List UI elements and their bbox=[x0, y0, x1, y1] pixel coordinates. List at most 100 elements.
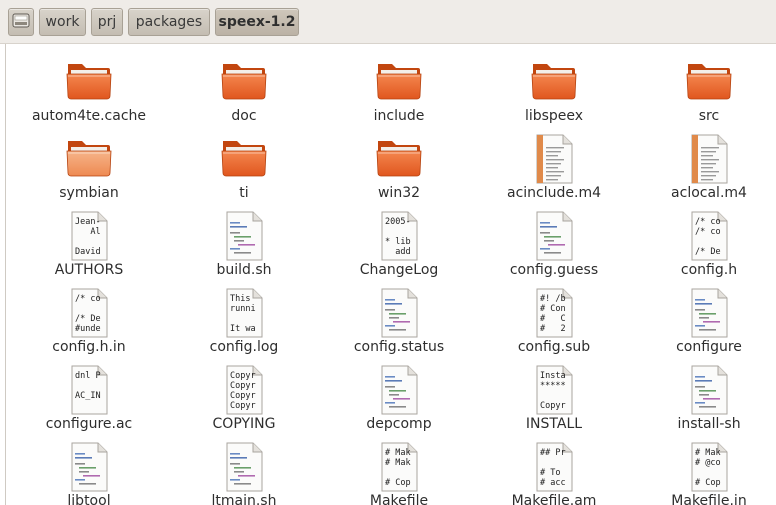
svg-text:AC_IN: AC_IN bbox=[75, 391, 101, 401]
svg-text:Copyr: Copyr bbox=[230, 381, 256, 391]
file-item[interactable]: autom4te.cache bbox=[14, 56, 164, 130]
file-name-label: config.log bbox=[209, 339, 279, 355]
path-bar: work prj packages speex-1.2 bbox=[0, 0, 776, 44]
svg-text:dnl P: dnl P bbox=[75, 371, 101, 381]
file-item[interactable]: Insta ***** Copyr INSTALL bbox=[479, 364, 629, 438]
svg-text:# C: # C bbox=[540, 314, 566, 324]
svg-text:David: David bbox=[75, 247, 101, 257]
file-item[interactable]: ltmain.sh bbox=[169, 441, 319, 505]
file-name-label: Makefile.in bbox=[671, 493, 747, 505]
file-item[interactable]: dnl P AC_IN configure.ac bbox=[14, 364, 164, 438]
svg-text:2005-: 2005- bbox=[385, 217, 411, 227]
file-item[interactable]: #! /b # Con # C # 2 config.sub bbox=[479, 287, 629, 361]
script-file-icon bbox=[685, 287, 733, 339]
m4-file-icon bbox=[530, 133, 578, 185]
file-name-label: doc bbox=[231, 108, 257, 124]
breadcrumb-packages[interactable]: packages bbox=[128, 8, 210, 36]
svg-text:# acc: # acc bbox=[540, 478, 566, 488]
svg-text:runni: runni bbox=[230, 304, 256, 314]
file-item[interactable]: This runni It wa config.log bbox=[169, 287, 319, 361]
script-file-icon bbox=[530, 210, 578, 262]
svg-text:# 2: # 2 bbox=[540, 324, 566, 334]
file-name-label: acinclude.m4 bbox=[507, 185, 601, 201]
file-item[interactable]: Jean- Al David AUTHORS bbox=[14, 210, 164, 284]
text-file-icon: /* co/* co /* De bbox=[685, 210, 733, 262]
file-item[interactable]: Copyr Copyr Copyr Copyr COPYING bbox=[169, 364, 319, 438]
folder-icon bbox=[65, 56, 113, 108]
svg-text:#unde: #unde bbox=[75, 324, 101, 334]
svg-text:This: This bbox=[230, 294, 256, 304]
file-name-label: Makefile.am bbox=[511, 493, 597, 505]
file-name-label: build.sh bbox=[216, 262, 272, 278]
svg-text:## Pr: ## Pr bbox=[540, 448, 566, 458]
file-name-label: config.h bbox=[680, 262, 738, 278]
file-name-label: libtool bbox=[67, 493, 111, 505]
breadcrumb-speex-1-2[interactable]: speex-1.2 bbox=[215, 8, 299, 36]
file-item[interactable]: win32 bbox=[324, 133, 474, 207]
svg-text:# To: # To bbox=[540, 468, 566, 478]
file-name-label: aclocal.m4 bbox=[671, 185, 747, 201]
file-item[interactable]: build.sh bbox=[169, 210, 319, 284]
text-file-icon: Insta ***** Copyr bbox=[530, 364, 578, 416]
file-item[interactable]: # Mak # @co # Cop Makefile.in bbox=[634, 441, 776, 505]
svg-text:# Mak: # Mak bbox=[385, 448, 411, 458]
svg-text:/* co: /* co bbox=[75, 294, 101, 304]
file-name-label: configure bbox=[676, 339, 742, 355]
file-item[interactable]: config.status bbox=[324, 287, 474, 361]
svg-text:Copyr: Copyr bbox=[540, 401, 566, 411]
file-name-label: autom4te.cache bbox=[31, 108, 147, 124]
file-name-label: configure.ac bbox=[45, 416, 133, 432]
svg-text:*****: ***** bbox=[540, 381, 566, 391]
folder-icon bbox=[65, 133, 113, 185]
file-name-label: symbian bbox=[59, 185, 119, 201]
file-item[interactable]: symbian bbox=[14, 133, 164, 207]
file-item[interactable]: src bbox=[634, 56, 776, 130]
file-name-label: depcomp bbox=[366, 416, 432, 432]
text-file-icon: 2005- * lib add bbox=[375, 210, 423, 262]
file-name-label: src bbox=[698, 108, 720, 124]
file-name-label: include bbox=[373, 108, 425, 124]
text-file-icon: ## Pr # To # acc bbox=[530, 441, 578, 493]
svg-text:# Cop: # Cop bbox=[385, 478, 411, 488]
svg-text:/* co: /* co bbox=[695, 227, 721, 237]
file-icon-view[interactable]: autom4te.cache doc include libspeex src … bbox=[5, 44, 776, 505]
svg-text:It wa: It wa bbox=[230, 324, 256, 334]
m4-file-icon bbox=[685, 133, 733, 185]
file-item[interactable]: include bbox=[324, 56, 474, 130]
file-item[interactable]: /* co/* co /* De config.h bbox=[634, 210, 776, 284]
file-item[interactable]: doc bbox=[169, 56, 319, 130]
script-file-icon bbox=[685, 364, 733, 416]
breadcrumb-work[interactable]: work bbox=[39, 8, 86, 36]
svg-text:Jean-: Jean- bbox=[75, 217, 101, 227]
file-name-label: win32 bbox=[377, 185, 421, 201]
file-name-label: ti bbox=[239, 185, 249, 201]
file-item[interactable]: depcomp bbox=[324, 364, 474, 438]
text-file-icon: dnl P AC_IN bbox=[65, 364, 113, 416]
folder-icon bbox=[375, 56, 423, 108]
file-item[interactable]: # Mak # Mak # Cop Makefile bbox=[324, 441, 474, 505]
svg-text:# Mak: # Mak bbox=[695, 448, 721, 458]
file-item[interactable]: install-sh bbox=[634, 364, 776, 438]
text-file-icon: # Mak # Mak # Cop bbox=[375, 441, 423, 493]
file-item[interactable]: ti bbox=[169, 133, 319, 207]
breadcrumb-prj[interactable]: prj bbox=[91, 8, 123, 36]
file-name-label: install-sh bbox=[677, 416, 741, 432]
file-item[interactable]: config.guess bbox=[479, 210, 629, 284]
file-item[interactable]: /* co /* De #unde config.h.in bbox=[14, 287, 164, 361]
file-item[interactable]: aclocal.m4 bbox=[634, 133, 776, 207]
file-item[interactable]: configure bbox=[634, 287, 776, 361]
file-name-label: config.h.in bbox=[52, 339, 126, 355]
file-item[interactable]: libtool bbox=[14, 441, 164, 505]
file-item[interactable]: acinclude.m4 bbox=[479, 133, 629, 207]
breadcrumb-root-drive[interactable] bbox=[8, 8, 34, 36]
file-item[interactable]: 2005- * lib add ChangeLog bbox=[324, 210, 474, 284]
svg-text:# @co: # @co bbox=[695, 458, 721, 468]
file-name-label: libspeex bbox=[524, 108, 584, 124]
svg-text:#! /b: #! /b bbox=[540, 294, 566, 304]
file-item[interactable]: ## Pr # To # acc Makefile.am bbox=[479, 441, 629, 505]
file-item[interactable]: libspeex bbox=[479, 56, 629, 130]
drive-icon bbox=[12, 13, 30, 27]
text-file-icon: #! /b # Con # C # 2 bbox=[530, 287, 578, 339]
file-name-label: AUTHORS bbox=[54, 262, 124, 278]
folder-icon bbox=[220, 133, 268, 185]
